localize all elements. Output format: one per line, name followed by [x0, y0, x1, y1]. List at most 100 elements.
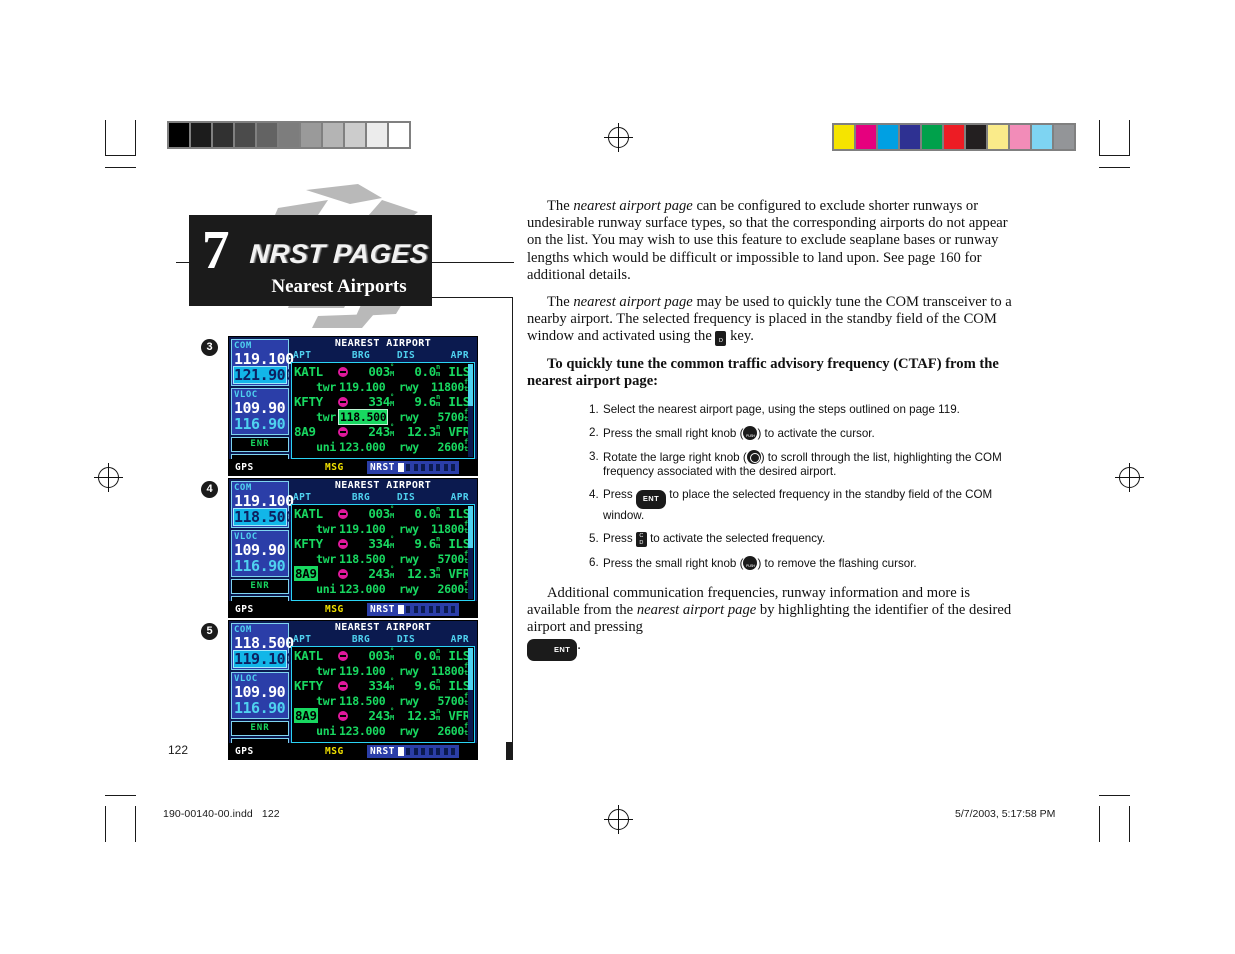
- airport-row[interactable]: KFTY 334 ° M 9.6 n m ILS: [294, 394, 473, 410]
- airport-list[interactable]: KATL 003 ° M 0.0 n m ILS twr 119.100 rwy 11800 f t KFT…: [291, 646, 475, 743]
- airport-row[interactable]: KFTY 334 ° M 9.6 n m ILS: [294, 677, 473, 694]
- step-text: Press the small right knob (: [603, 426, 744, 440]
- airport-list[interactable]: KATL 003 ° M 0.0 n m ILS twr 119.100 rwy 11800 f t KFT…: [291, 504, 475, 601]
- para1-emphasis: nearest airport page: [573, 198, 693, 214]
- status-nrst-indicator[interactable]: NRST: [367, 744, 460, 758]
- vloc-radio-box[interactable]: VLOC 109.90 116.90: [231, 388, 289, 435]
- airport-detail-row[interactable]: twr 118.500 rwy 5700 f t: [294, 409, 473, 425]
- airport-row[interactable]: KATL 003 ° M 0.0 n m ILS: [294, 505, 473, 522]
- frequency-value[interactable]: 123.000: [339, 724, 399, 739]
- airport-identifier[interactable]: KFTY: [294, 536, 336, 551]
- airport-row[interactable]: KATL 003 ° M 0.0 n m ILS: [294, 364, 473, 380]
- airport-identifier[interactable]: 8A9: [294, 424, 336, 439]
- airport-identifier[interactable]: KATL: [294, 648, 336, 663]
- airport-identifier[interactable]: KATL: [294, 364, 336, 379]
- airport-identifier[interactable]: KFTY: [294, 394, 336, 409]
- airport-row[interactable]: 8A9 243 ° M 12.3 n m VFR: [294, 566, 473, 581]
- procedure-step-list: 1. Select the nearest airport page, using…: [527, 403, 1022, 573]
- distance-value: 0.0 n m: [414, 505, 440, 522]
- distance-value: 9.6 n m: [414, 677, 440, 694]
- vloc-standby-frequency[interactable]: 116.90: [234, 700, 286, 716]
- gps-status-bar: GPS MSG NRST: [229, 743, 477, 759]
- page-dot: [427, 746, 434, 756]
- runway-label: rwy: [399, 410, 419, 424]
- page-dot: [397, 462, 404, 472]
- figure-screen-3: 3 COM 119.100 121.900 VLOC 109.90 116.90 ENR NEA…: [201, 336, 478, 476]
- runway-label: rwy: [399, 440, 419, 454]
- grayscale-calibration-bar: [167, 121, 411, 149]
- gps-screen-body: COM 119.100 121.900 VLOC 109.90 116.90 ENR NEAR…: [229, 337, 477, 467]
- airport-identifier[interactable]: 8A9: [294, 566, 336, 581]
- airport-detail-row[interactable]: twr 118.500 rwy 5700 f t: [294, 551, 473, 567]
- vloc-active-frequency[interactable]: 109.90: [234, 400, 286, 416]
- grayscale-patch: [279, 123, 299, 147]
- com-radio-box[interactable]: COM 118.500 119.100: [231, 623, 294, 670]
- figure-screen-4: 4 COM 119.100 118.500 VLOC 109.90 116.90 ENR NEA…: [201, 478, 478, 618]
- list-scrollbar[interactable]: [468, 506, 473, 599]
- color-patch: [856, 125, 876, 149]
- crop-mark: [1099, 155, 1130, 156]
- crop-mark: [1129, 806, 1130, 842]
- com-active-frequency[interactable]: 119.100: [234, 493, 294, 509]
- status-message-annunciator[interactable]: MSG: [325, 604, 367, 615]
- vloc-active-frequency[interactable]: 109.90: [234, 542, 286, 558]
- bearing-value: 003 ° M: [368, 505, 394, 522]
- bearing-value: 334 ° M: [368, 535, 394, 552]
- list-scrollbar[interactable]: [468, 364, 473, 457]
- airport-detail-row[interactable]: twr 119.100 rwy 11800 f t: [294, 521, 473, 537]
- status-nrst-indicator[interactable]: NRST: [367, 460, 460, 474]
- crop-mark: [1129, 120, 1130, 156]
- bearing-value: 243 ° M: [368, 565, 394, 582]
- airport-identifier[interactable]: KFTY: [294, 678, 336, 693]
- com-standby-frequency[interactable]: 119.100: [233, 650, 294, 668]
- airport-detail-row[interactable]: twr 119.100 rwy 11800 f t: [294, 663, 473, 679]
- vloc-standby-frequency[interactable]: 116.90: [234, 558, 286, 574]
- airport-detail-row[interactable]: twr 119.100 rwy 11800 f t: [294, 379, 473, 395]
- scrollbar-thumb[interactable]: [468, 648, 473, 690]
- airport-identifier[interactable]: 8A9: [294, 708, 336, 723]
- airport-identifier[interactable]: KATL: [294, 506, 336, 521]
- list-scrollbar[interactable]: [468, 648, 473, 741]
- airport-row[interactable]: KFTY 334 ° M 9.6 n m ILS: [294, 535, 473, 552]
- column-header: BRG: [351, 492, 371, 503]
- color-patch: [1032, 125, 1052, 149]
- scrollbar-thumb[interactable]: [468, 364, 473, 406]
- frequency-value[interactable]: 123.000: [339, 582, 399, 597]
- status-nrst-indicator[interactable]: NRST: [367, 602, 460, 616]
- chapter-number: 7: [202, 219, 230, 280]
- crop-mark: [105, 155, 136, 156]
- com-standby-frequency[interactable]: 118.500: [233, 508, 294, 526]
- vloc-active-frequency[interactable]: 109.90: [234, 684, 286, 700]
- vloc-standby-frequency[interactable]: 116.90: [234, 416, 286, 432]
- com-radio-box[interactable]: COM 119.100 121.900: [231, 339, 294, 386]
- status-nrst-label: NRST: [370, 461, 395, 473]
- airport-detail-row[interactable]: twr 118.500 rwy 5700 f t: [294, 693, 473, 709]
- color-patch: [834, 125, 854, 149]
- status-message-annunciator[interactable]: MSG: [325, 462, 367, 473]
- status-message-annunciator[interactable]: MSG: [325, 746, 367, 757]
- airport-row[interactable]: 8A9 243 ° M 12.3 n m VFR: [294, 708, 473, 723]
- com-radio-box[interactable]: COM 119.100 118.500: [231, 481, 294, 528]
- frequency-value[interactable]: 123.000: [339, 440, 399, 455]
- status-gps-label: GPS: [235, 603, 254, 615]
- scrollbar-thumb[interactable]: [468, 506, 473, 548]
- airport-detail-row[interactable]: uni 123.000 rwy 2600 f t: [294, 581, 473, 597]
- frequency-label: twr: [316, 664, 336, 678]
- column-header: DIS: [396, 634, 416, 645]
- airport-row[interactable]: 8A9 243 ° M 12.3 n m VFR: [294, 424, 473, 440]
- bearing-arrow-icon: [336, 566, 350, 581]
- page-dot: [450, 462, 457, 472]
- frequency-label: twr: [316, 380, 336, 394]
- airport-detail-row[interactable]: uni 123.000 rwy 2600 f t: [294, 439, 473, 455]
- vloc-radio-box[interactable]: VLOC 109.90 116.90: [231, 672, 289, 719]
- com-active-frequency[interactable]: 118.500: [234, 635, 294, 651]
- footer-timestamp: 5/7/2003, 5:17:58 PM: [955, 808, 1056, 820]
- airport-row[interactable]: KATL 003 ° M 0.0 n m ILS: [294, 648, 473, 664]
- airport-detail-row[interactable]: uni 123.000 rwy 2600 f t: [294, 723, 473, 739]
- airport-list[interactable]: KATL 003 ° M 0.0 n m ILS twr 119.100 rwy 11800 f t KFT…: [291, 362, 475, 459]
- vloc-radio-box[interactable]: VLOC 109.90 116.90: [231, 530, 289, 577]
- figure-screen-5: 5 COM 118.500 119.100 VLOC 109.90 116.90 ENR NEA…: [201, 620, 478, 760]
- enter-key-icon: ENT: [527, 638, 578, 661]
- com-standby-frequency[interactable]: 121.900: [233, 366, 294, 384]
- com-active-frequency[interactable]: 119.100: [234, 351, 294, 367]
